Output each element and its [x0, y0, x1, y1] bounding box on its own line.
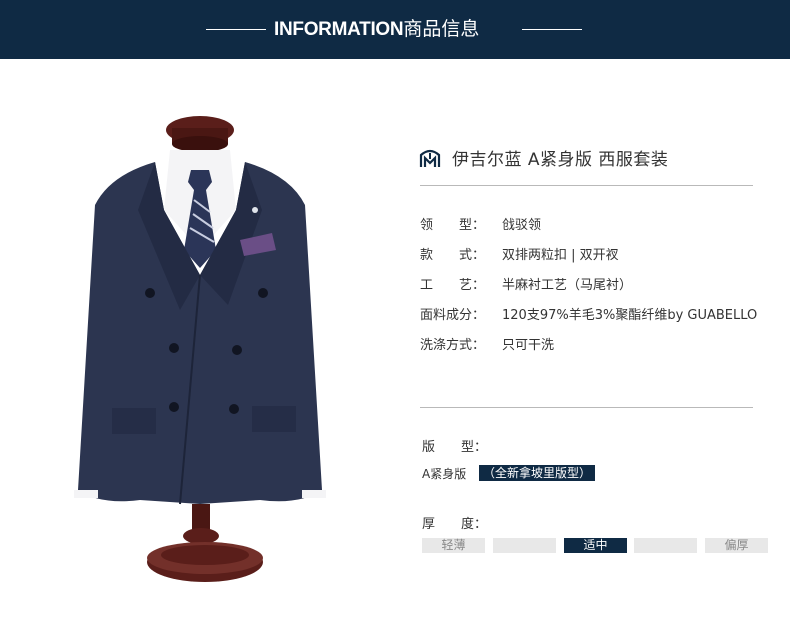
spec-label: 款 式： [420, 248, 486, 263]
header-title-cn: 商品信息 [403, 18, 480, 40]
fit-badge: （全新拿坡里版型） [479, 465, 595, 481]
spec-value: 半麻衬工艺（马尾衬） [502, 278, 633, 293]
spec-value: 戗驳领 [502, 218, 542, 233]
header-right-rule [522, 29, 582, 30]
spec-label: 洗涤方式： [420, 338, 486, 353]
thickness-option-light: 轻薄 [422, 538, 485, 553]
spec-value: 只可干洗 [502, 338, 555, 353]
fit-label: 版 型： [422, 440, 488, 455]
suit-product-image [74, 116, 326, 582]
thickness-option-4 [634, 538, 697, 553]
divider-middle [420, 407, 753, 408]
header-title-en: INFORMATION [274, 19, 404, 40]
spec-value: 双排两粒扣 | 双开衩 [502, 248, 619, 263]
thickness-option-2 [493, 538, 556, 553]
spec-row-collar: 领 型： 戗驳领 [420, 214, 541, 233]
thickness-option-medium: 适中 [564, 538, 627, 553]
product-title: 伊吉尔蓝 A紧身版 西服套装 [452, 150, 669, 170]
header-title: INFORMATION商品信息 [274, 13, 479, 45]
spec-value: 120支97%羊毛3%聚酯纤维by GUABELLO [502, 308, 758, 323]
header-left-rule [206, 29, 266, 30]
fit-value: A紧身版 [422, 467, 467, 481]
thickness-option-thick: 偏厚 [705, 538, 768, 553]
spec-row-style: 款 式： 双排两粒扣 | 双开衩 [420, 244, 619, 263]
spec-row-craft: 工 艺： 半麻衬工艺（马尾衬） [420, 274, 632, 293]
spec-label: 工 艺： [420, 278, 486, 293]
brand-logo-icon [419, 149, 441, 167]
spec-row-washing: 洗涤方式： 只可干洗 [420, 334, 554, 353]
info-header-bar: INFORMATION商品信息 [0, 0, 790, 59]
thickness-label: 厚 度： [422, 517, 488, 532]
divider-top [420, 185, 753, 186]
spec-label: 领 型： [420, 218, 486, 233]
spec-label: 面料成分： [420, 308, 486, 323]
spec-row-fabric: 面料成分： 120支97%羊毛3%聚酯纤维by GUABELLO [420, 304, 757, 323]
